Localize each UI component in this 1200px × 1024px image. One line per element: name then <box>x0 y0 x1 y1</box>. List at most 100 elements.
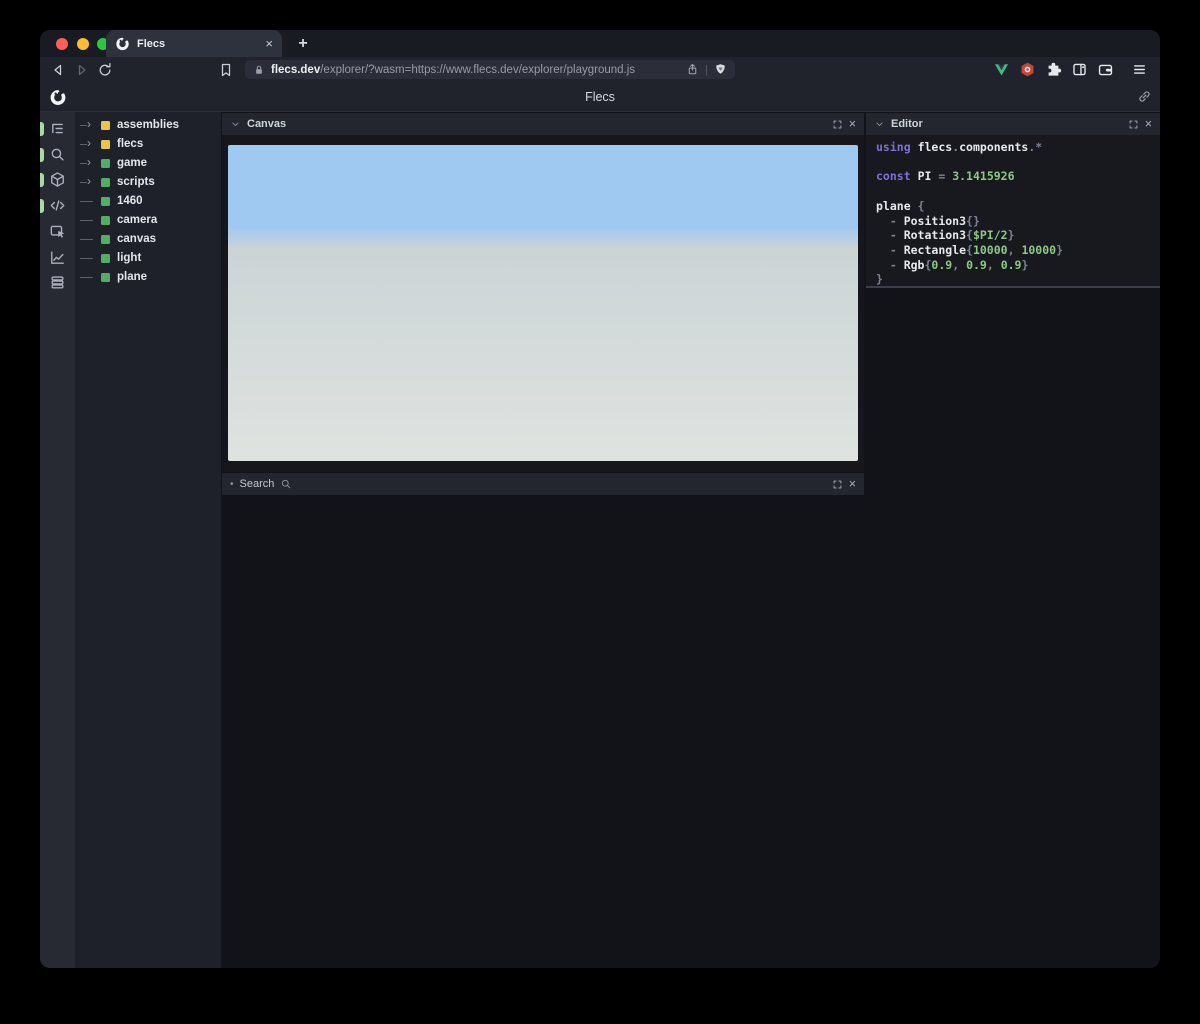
tree-guide-line <box>80 230 101 249</box>
wallet-icon[interactable] <box>1097 61 1114 78</box>
code-line: - Rgb{0.9, 0.9, 0.9} <box>876 257 1029 272</box>
tree-item-assemblies[interactable]: › assemblies <box>75 116 221 135</box>
3d-viewport[interactable] <box>228 145 858 461</box>
entity-color-square <box>101 139 110 149</box>
back-icon[interactable] <box>50 62 66 78</box>
minimize-window-button[interactable] <box>76 38 89 50</box>
tool-sidebar <box>40 112 75 968</box>
tree-guide-line <box>80 211 101 230</box>
sidebar-icon[interactable] <box>1071 61 1088 78</box>
close-icon[interactable]: × <box>849 118 856 131</box>
reload-icon[interactable] <box>97 62 113 78</box>
navigation-bar: flecs.dev/explorer/?wasm=https://www.fle… <box>40 57 1160 82</box>
tree-item-label: canvas <box>117 233 157 245</box>
tree-item-label: 1460 <box>117 195 143 207</box>
tree-item-game[interactable]: › game <box>75 154 221 173</box>
close-window-button[interactable] <box>56 38 68 50</box>
editor-panel-body: using flecs.components.* const PI = 3.14… <box>866 135 1160 288</box>
code-line: using flecs.components.* <box>876 140 1043 154</box>
share-icon[interactable] <box>686 63 699 76</box>
page-title: Flecs <box>585 90 615 104</box>
toolbar-entities[interactable] <box>40 168 75 192</box>
active-indicator <box>40 173 44 188</box>
address-bar[interactable]: flecs.dev/explorer/?wasm=https://www.fle… <box>245 60 735 79</box>
code-line: - Rotation3{$PI/2} <box>876 228 1015 243</box>
tree-item-label: scripts <box>117 176 155 188</box>
entity-color-square <box>101 196 110 206</box>
toolbar-inspector[interactable] <box>40 220 75 244</box>
close-icon[interactable]: × <box>849 478 856 491</box>
fullscreen-icon[interactable] <box>832 119 843 130</box>
entity-color-square <box>101 253 110 263</box>
fullscreen-icon[interactable] <box>1128 119 1139 130</box>
menu-icon[interactable] <box>1131 61 1148 78</box>
toolbar-entity-tree[interactable] <box>40 117 75 141</box>
inspector-icon <box>49 223 66 240</box>
entity-color-square <box>101 158 110 168</box>
expand-arrow-icon[interactable]: › <box>80 135 101 154</box>
tree-item-camera[interactable]: camera <box>75 211 221 230</box>
tree-item-label: plane <box>117 271 148 283</box>
tab-close-icon[interactable]: × <box>265 37 273 50</box>
toolbar-query-search[interactable] <box>40 143 75 167</box>
tab-title: Flecs <box>137 37 166 50</box>
tree-item-scripts[interactable]: › scripts <box>75 173 221 192</box>
tree-item-label: assemblies <box>117 119 180 131</box>
fullscreen-icon[interactable] <box>832 479 843 490</box>
close-icon[interactable]: × <box>1145 118 1152 131</box>
app-header: Flecs <box>40 82 1160 112</box>
code-line: } <box>876 272 883 287</box>
tree-guide-line <box>80 249 101 268</box>
browser-tab-flecs[interactable]: Flecs × <box>106 30 282 57</box>
canvas-panel-header[interactable]: Canvas × <box>222 113 864 135</box>
expand-arrow-icon[interactable]: › <box>80 154 101 173</box>
tree-guide-line <box>80 192 101 211</box>
search-icon <box>49 146 66 163</box>
extension-icons <box>993 61 1114 78</box>
expand-arrow-icon[interactable]: › <box>80 116 101 135</box>
rows-icon <box>49 274 66 291</box>
code-line: - Rectangle{10000, 10000} <box>876 242 1063 257</box>
tree-item-flecs[interactable]: › flecs <box>75 135 221 154</box>
cube-icon <box>49 171 66 188</box>
tree-icon <box>49 120 66 137</box>
toolbar-tables[interactable] <box>40 271 75 295</box>
extensions-icon[interactable] <box>1045 61 1062 78</box>
collapsed-bullet-icon[interactable]: • <box>230 479 234 490</box>
tree-item-label: game <box>117 157 148 169</box>
window-controls <box>56 38 109 50</box>
forward-icon[interactable] <box>74 62 90 78</box>
link-icon[interactable] <box>1137 89 1152 104</box>
code-line: const PI = 3.1415926 <box>876 169 1015 184</box>
editor-panel-header[interactable]: Editor × <box>866 113 1160 135</box>
editor-panel-title: Editor <box>891 118 923 130</box>
tree-item-canvas[interactable]: canvas <box>75 230 221 249</box>
chevron-down-icon[interactable] <box>874 119 885 130</box>
vue-devtools-icon[interactable] <box>993 61 1010 78</box>
active-indicator <box>40 122 44 136</box>
toolbar-scripts[interactable] <box>40 194 75 218</box>
active-indicator <box>40 147 44 162</box>
tree-item-plane[interactable]: plane <box>75 268 221 287</box>
url-domain: flecs.dev <box>271 63 321 76</box>
tree-item-label: light <box>117 252 142 264</box>
tree-guide-line <box>80 268 101 287</box>
url-path: /explorer/?wasm=https://www.flecs.dev/ex… <box>320 63 636 76</box>
search-panel-header[interactable]: • Search × <box>222 473 864 495</box>
search-panel-title: Search <box>239 478 275 490</box>
url-text: flecs.dev/explorer/?wasm=https://www.fle… <box>271 64 680 76</box>
expand-arrow-icon[interactable]: › <box>80 173 101 192</box>
tree-item-light[interactable]: light <box>75 249 221 268</box>
browser-window: Flecs × + flecs.dev/explorer/?wasm=https… <box>40 30 1160 968</box>
new-tab-button[interactable]: + <box>292 33 314 55</box>
hexagon-extension-icon[interactable] <box>1019 61 1036 78</box>
code-editor[interactable]: using flecs.components.* const PI = 3.14… <box>866 135 1160 287</box>
brave-shield-icon[interactable] <box>714 63 727 76</box>
bookmark-icon[interactable] <box>218 62 234 78</box>
toolbar-statistics[interactable] <box>40 246 75 270</box>
entity-tree-panel: › assemblies › flecs › game › scripts 1460 camera… <box>75 112 221 968</box>
tree-item-1460[interactable]: 1460 <box>75 192 221 211</box>
chevron-down-icon[interactable] <box>230 119 241 130</box>
pill-divider: | <box>705 63 708 76</box>
